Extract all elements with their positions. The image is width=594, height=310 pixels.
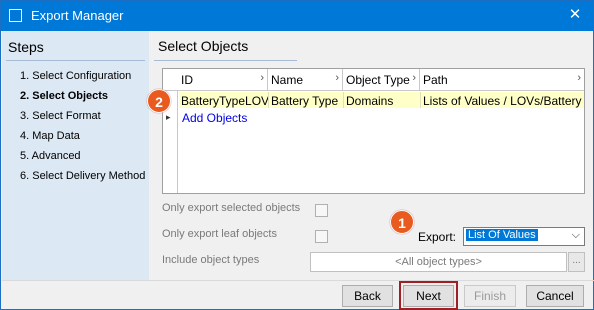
export-manager-window: Export Manager ✕ Steps 1. Select Configu…: [0, 0, 594, 310]
step-select-format[interactable]: 3. Select Format: [20, 110, 101, 122]
title-bar: Export Manager ✕: [1, 1, 593, 31]
column-label: ID: [181, 73, 193, 87]
column-label: Object Type: [346, 73, 410, 87]
chevron-down-icon: ⌵: [571, 229, 580, 241]
new-row-marker-icon: ▸: [166, 112, 171, 122]
browse-types-button[interactable]: ...: [568, 252, 585, 272]
chevron-right-icon: ›: [260, 72, 264, 84]
finish-button[interactable]: Finish: [464, 285, 516, 307]
export-label: Export:: [418, 230, 457, 244]
column-header-path[interactable]: Path ›: [420, 69, 584, 90]
step-select-configuration[interactable]: 1. Select Configuration: [20, 70, 131, 82]
callout-badge-2: 2: [147, 89, 171, 113]
only-leaf-label: Only export leaf objects: [162, 228, 277, 240]
only-selected-checkbox[interactable]: [315, 204, 328, 217]
object-types-field[interactable]: <All object types>: [310, 252, 567, 272]
column-label: Path: [423, 73, 448, 87]
steps-title: Steps: [8, 39, 44, 55]
cell-id: BatteryTypeLOV: [181, 92, 269, 108]
export-type-dropdown[interactable]: List Of Values ⌵: [463, 227, 585, 246]
step-select-delivery-method[interactable]: 6. Select Delivery Method: [20, 170, 145, 182]
column-header-object-type[interactable]: Object Type ›: [343, 69, 420, 90]
steps-sidebar: Steps 1. Select Configuration 2. Select …: [2, 31, 149, 280]
only-selected-label: Only export selected objects: [162, 202, 301, 214]
add-objects-link[interactable]: Add Objects: [182, 111, 247, 125]
step-map-data[interactable]: 4. Map Data: [20, 130, 80, 142]
table-row[interactable]: BatteryTypeLOV Battery Type Domains List…: [179, 92, 584, 108]
steps-divider: [6, 60, 145, 61]
cell-object-type: Domains: [344, 92, 421, 108]
grid-header: ID › Name › Object Type › Path ›: [163, 69, 584, 91]
cell-path: Lists of Values / LOVs/Battery ...: [423, 94, 584, 108]
column-header-name[interactable]: Name ›: [268, 69, 343, 90]
column-label: Name: [271, 73, 304, 87]
close-icon[interactable]: ✕: [565, 5, 585, 25]
page-title: Select Objects: [158, 38, 249, 54]
cell-name: Battery Type: [269, 92, 344, 108]
include-types-label: Include object types: [162, 254, 260, 266]
chevron-right-icon: ›: [335, 72, 339, 84]
chevron-right-icon: ›: [577, 72, 581, 84]
next-button[interactable]: Next: [403, 285, 454, 307]
back-button[interactable]: Back: [342, 285, 393, 307]
step-select-objects[interactable]: 2. Select Objects: [20, 90, 108, 102]
cancel-button[interactable]: Cancel: [526, 285, 584, 307]
export-selected-value: List Of Values: [466, 229, 538, 241]
step-advanced[interactable]: 5. Advanced: [20, 150, 81, 162]
title-divider: [154, 60, 297, 61]
window-icon: [9, 9, 22, 22]
only-leaf-checkbox[interactable]: [315, 230, 328, 243]
window-title: Export Manager: [31, 8, 124, 23]
column-header-id[interactable]: ID ›: [178, 69, 268, 90]
footer-divider: [2, 280, 594, 281]
chevron-right-icon: ›: [412, 72, 416, 84]
callout-badge-1: 1: [390, 210, 414, 234]
objects-grid[interactable]: ID › Name › Object Type › Path › Battery…: [162, 68, 585, 194]
